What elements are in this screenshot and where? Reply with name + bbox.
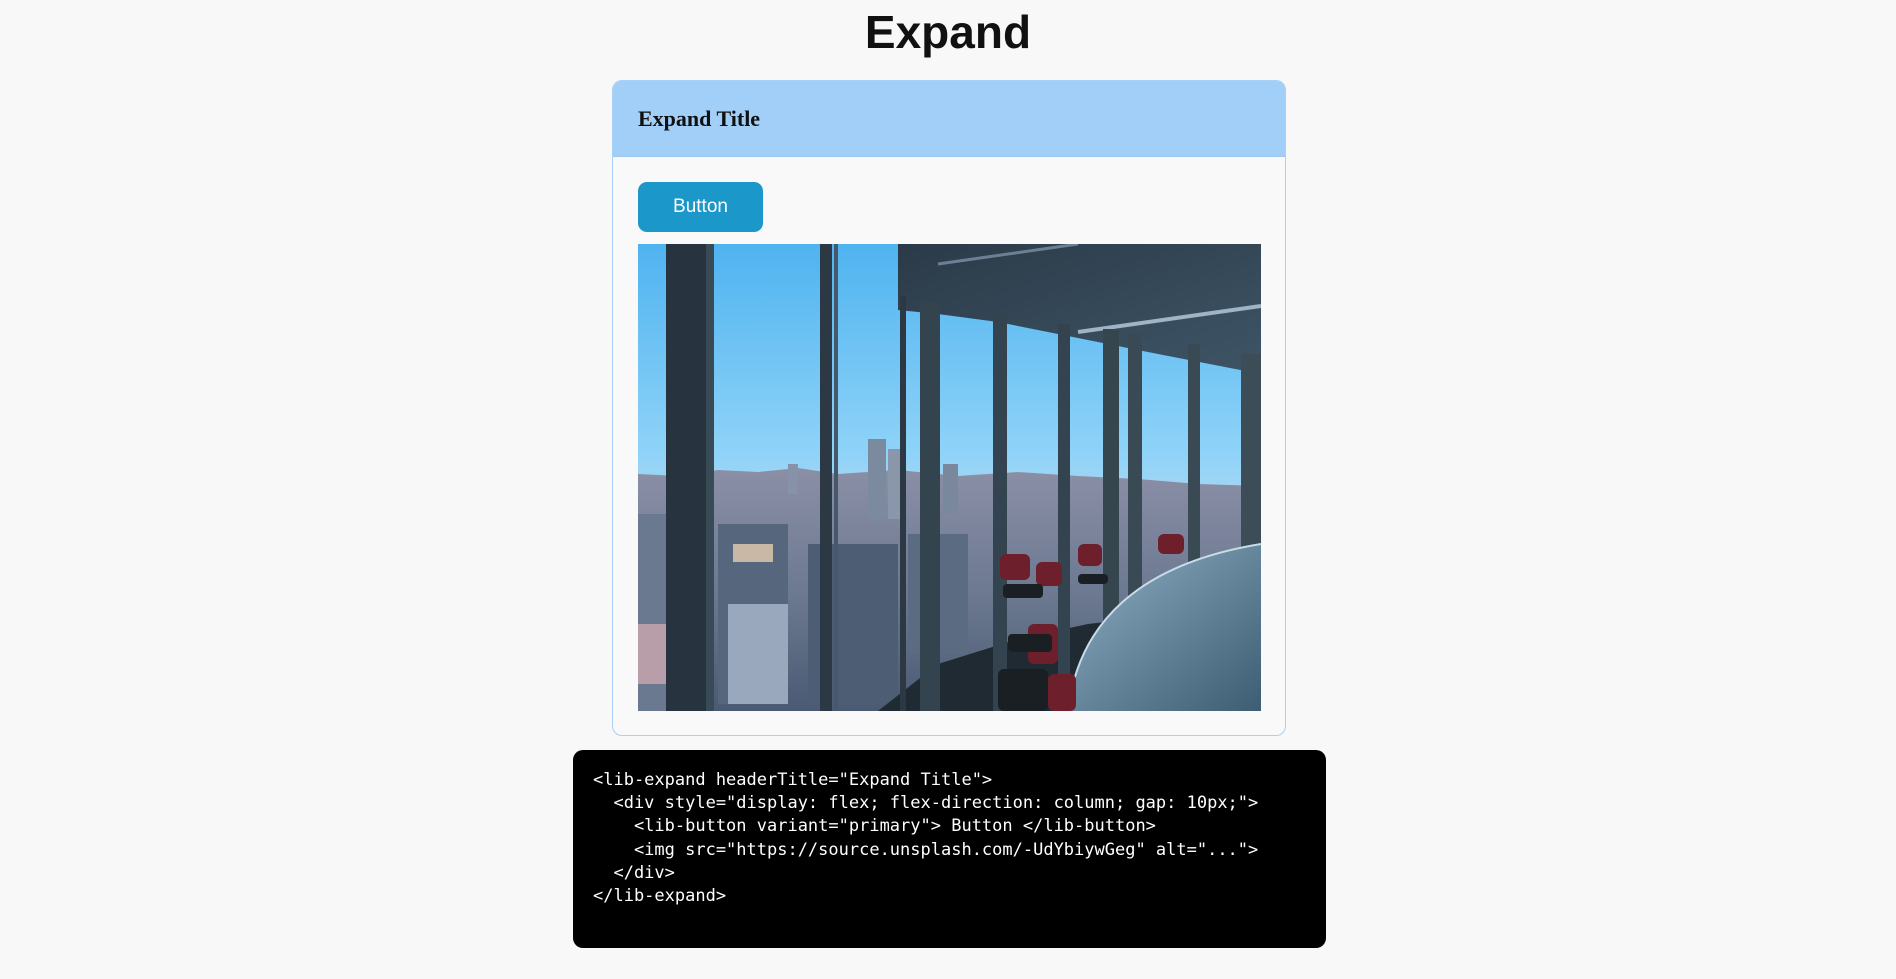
expand-header-title: Expand Title [638,105,761,131]
primary-button[interactable]: Button [638,182,763,232]
code-line: </div> [593,862,675,883]
code-snippet-text: <lib-expand headerTitle="Expand Title"> … [593,769,1326,908]
expand-panel: Expand Title Button [612,80,1286,736]
code-line: </lib-expand> [593,886,727,907]
code-snippet: <lib-expand headerTitle="Expand Title"> … [573,750,1326,948]
expand-content: Button [613,157,1285,711]
code-line: <lib-expand headerTitle="Expand Title"> [593,770,993,790]
expand-header[interactable]: Expand Title [613,81,1285,157]
conference-room-photo [638,244,1261,711]
code-line: <lib-button variant="primary"> Button </… [593,816,1156,837]
code-line: <div style="display: flex; flex-directio… [593,793,1259,814]
page-title: Expand [864,6,1032,58]
code-line: <img src="https://source.unsplash.com/-U… [593,839,1259,860]
